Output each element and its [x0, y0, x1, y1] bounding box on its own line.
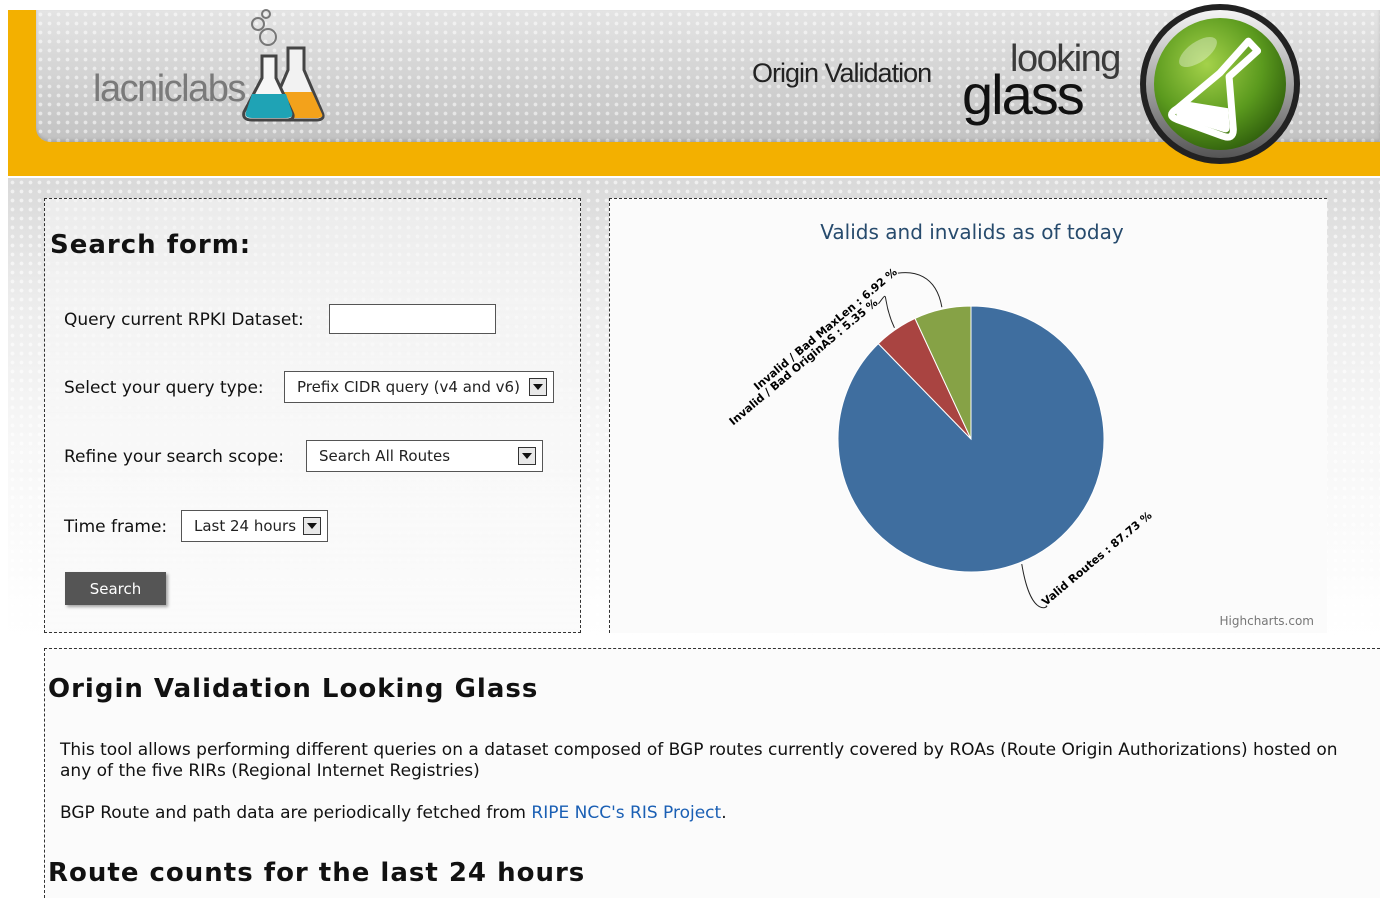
data-source-prefix: BGP Route and path data are periodically…: [60, 803, 532, 823]
search-scope-select[interactable]: Search All Routes: [306, 440, 543, 472]
about-title: Origin Validation Looking Glass: [48, 674, 539, 704]
route-counts-title: Route counts for the last 24 hours: [48, 858, 586, 888]
chart-title: Valids and invalids as of today: [820, 220, 1124, 244]
about-description: This tool allows performing different qu…: [60, 740, 1338, 781]
data-source-suffix: .: [721, 803, 727, 823]
chevron-down-icon[interactable]: [303, 517, 321, 535]
label-connector-2: [878, 295, 895, 329]
query-type-select[interactable]: Prefix CIDR query (v4 and v6): [284, 371, 554, 403]
chevron-down-icon[interactable]: [529, 378, 547, 396]
time-frame-select[interactable]: Last 24 hours: [181, 510, 328, 542]
origin-validation-label: Origin Validation: [752, 58, 932, 88]
search-scope-label: Refine your search scope:: [64, 447, 284, 467]
query-dataset-input[interactable]: [329, 304, 496, 334]
label-connector-3: [897, 272, 943, 308]
data-source-text: BGP Route and path data are periodically…: [60, 803, 727, 824]
time-frame-value: Last 24 hours: [194, 517, 297, 535]
time-frame-label: Time frame:: [64, 517, 168, 537]
query-type-label: Select your query type:: [64, 378, 264, 398]
search-button[interactable]: Search: [65, 572, 166, 605]
lab-flasks-logo-icon: [242, 9, 325, 122]
chevron-down-icon[interactable]: [518, 447, 536, 465]
flask-badge-icon: [1140, 4, 1300, 164]
valid-invalid-pie-chart: Valids and invalids as of today Valid Ro…: [727, 220, 1314, 628]
lacniclabs-logo-text: lacniclabs: [93, 68, 246, 110]
ris-project-link[interactable]: RIPE NCC's RIS Project: [531, 803, 721, 823]
query-type-value: Prefix CIDR query (v4 and v6): [297, 378, 520, 396]
search-form-title: Search form:: [50, 230, 252, 260]
pie-slices: [837, 305, 1105, 573]
search-scope-value: Search All Routes: [319, 447, 451, 465]
chart-credit[interactable]: Highcharts.com: [1220, 614, 1314, 628]
glass-wordmark: glass: [962, 63, 1085, 126]
query-dataset-label: Query current RPKI Dataset:: [64, 310, 304, 330]
search-form-panel: [44, 198, 581, 633]
